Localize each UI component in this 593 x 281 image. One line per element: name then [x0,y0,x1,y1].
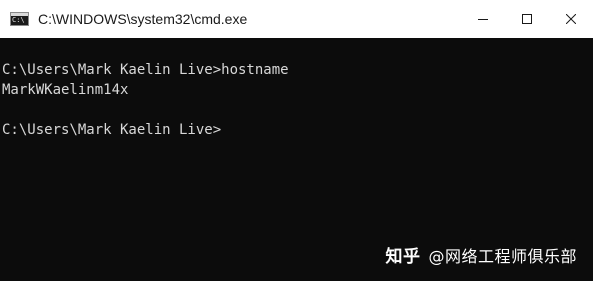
minimize-icon [478,19,488,20]
maximize-icon [522,14,532,24]
window-controls [461,0,593,38]
watermark-handle: @网络工程师俱乐部 [428,247,577,266]
console-prompt-line: C:\Users\Mark Kaelin Live> [2,122,222,138]
maximize-button[interactable] [505,0,549,38]
watermark-brand: 知乎 [385,247,421,267]
title-bar[interactable]: C:\ C:\WINDOWS\system32\cmd.exe [0,0,593,38]
close-icon [566,14,576,24]
cmd-icon[interactable]: C:\ [10,12,29,26]
window-title: C:\WINDOWS\system32\cmd.exe [38,11,248,27]
minimize-button[interactable] [461,0,505,38]
console-line: MarkWKaelinm14x [2,82,129,98]
cmd-icon-glyph: C:\ [12,16,25,24]
cmd-window: C:\ C:\WINDOWS\system32\cmd.exe C:\Users… [0,0,593,281]
watermark: 知乎 @网络工程师俱乐部 [385,242,577,267]
console-line: C:\Users\Mark Kaelin Live>hostname [2,62,289,78]
close-button[interactable] [549,0,593,38]
